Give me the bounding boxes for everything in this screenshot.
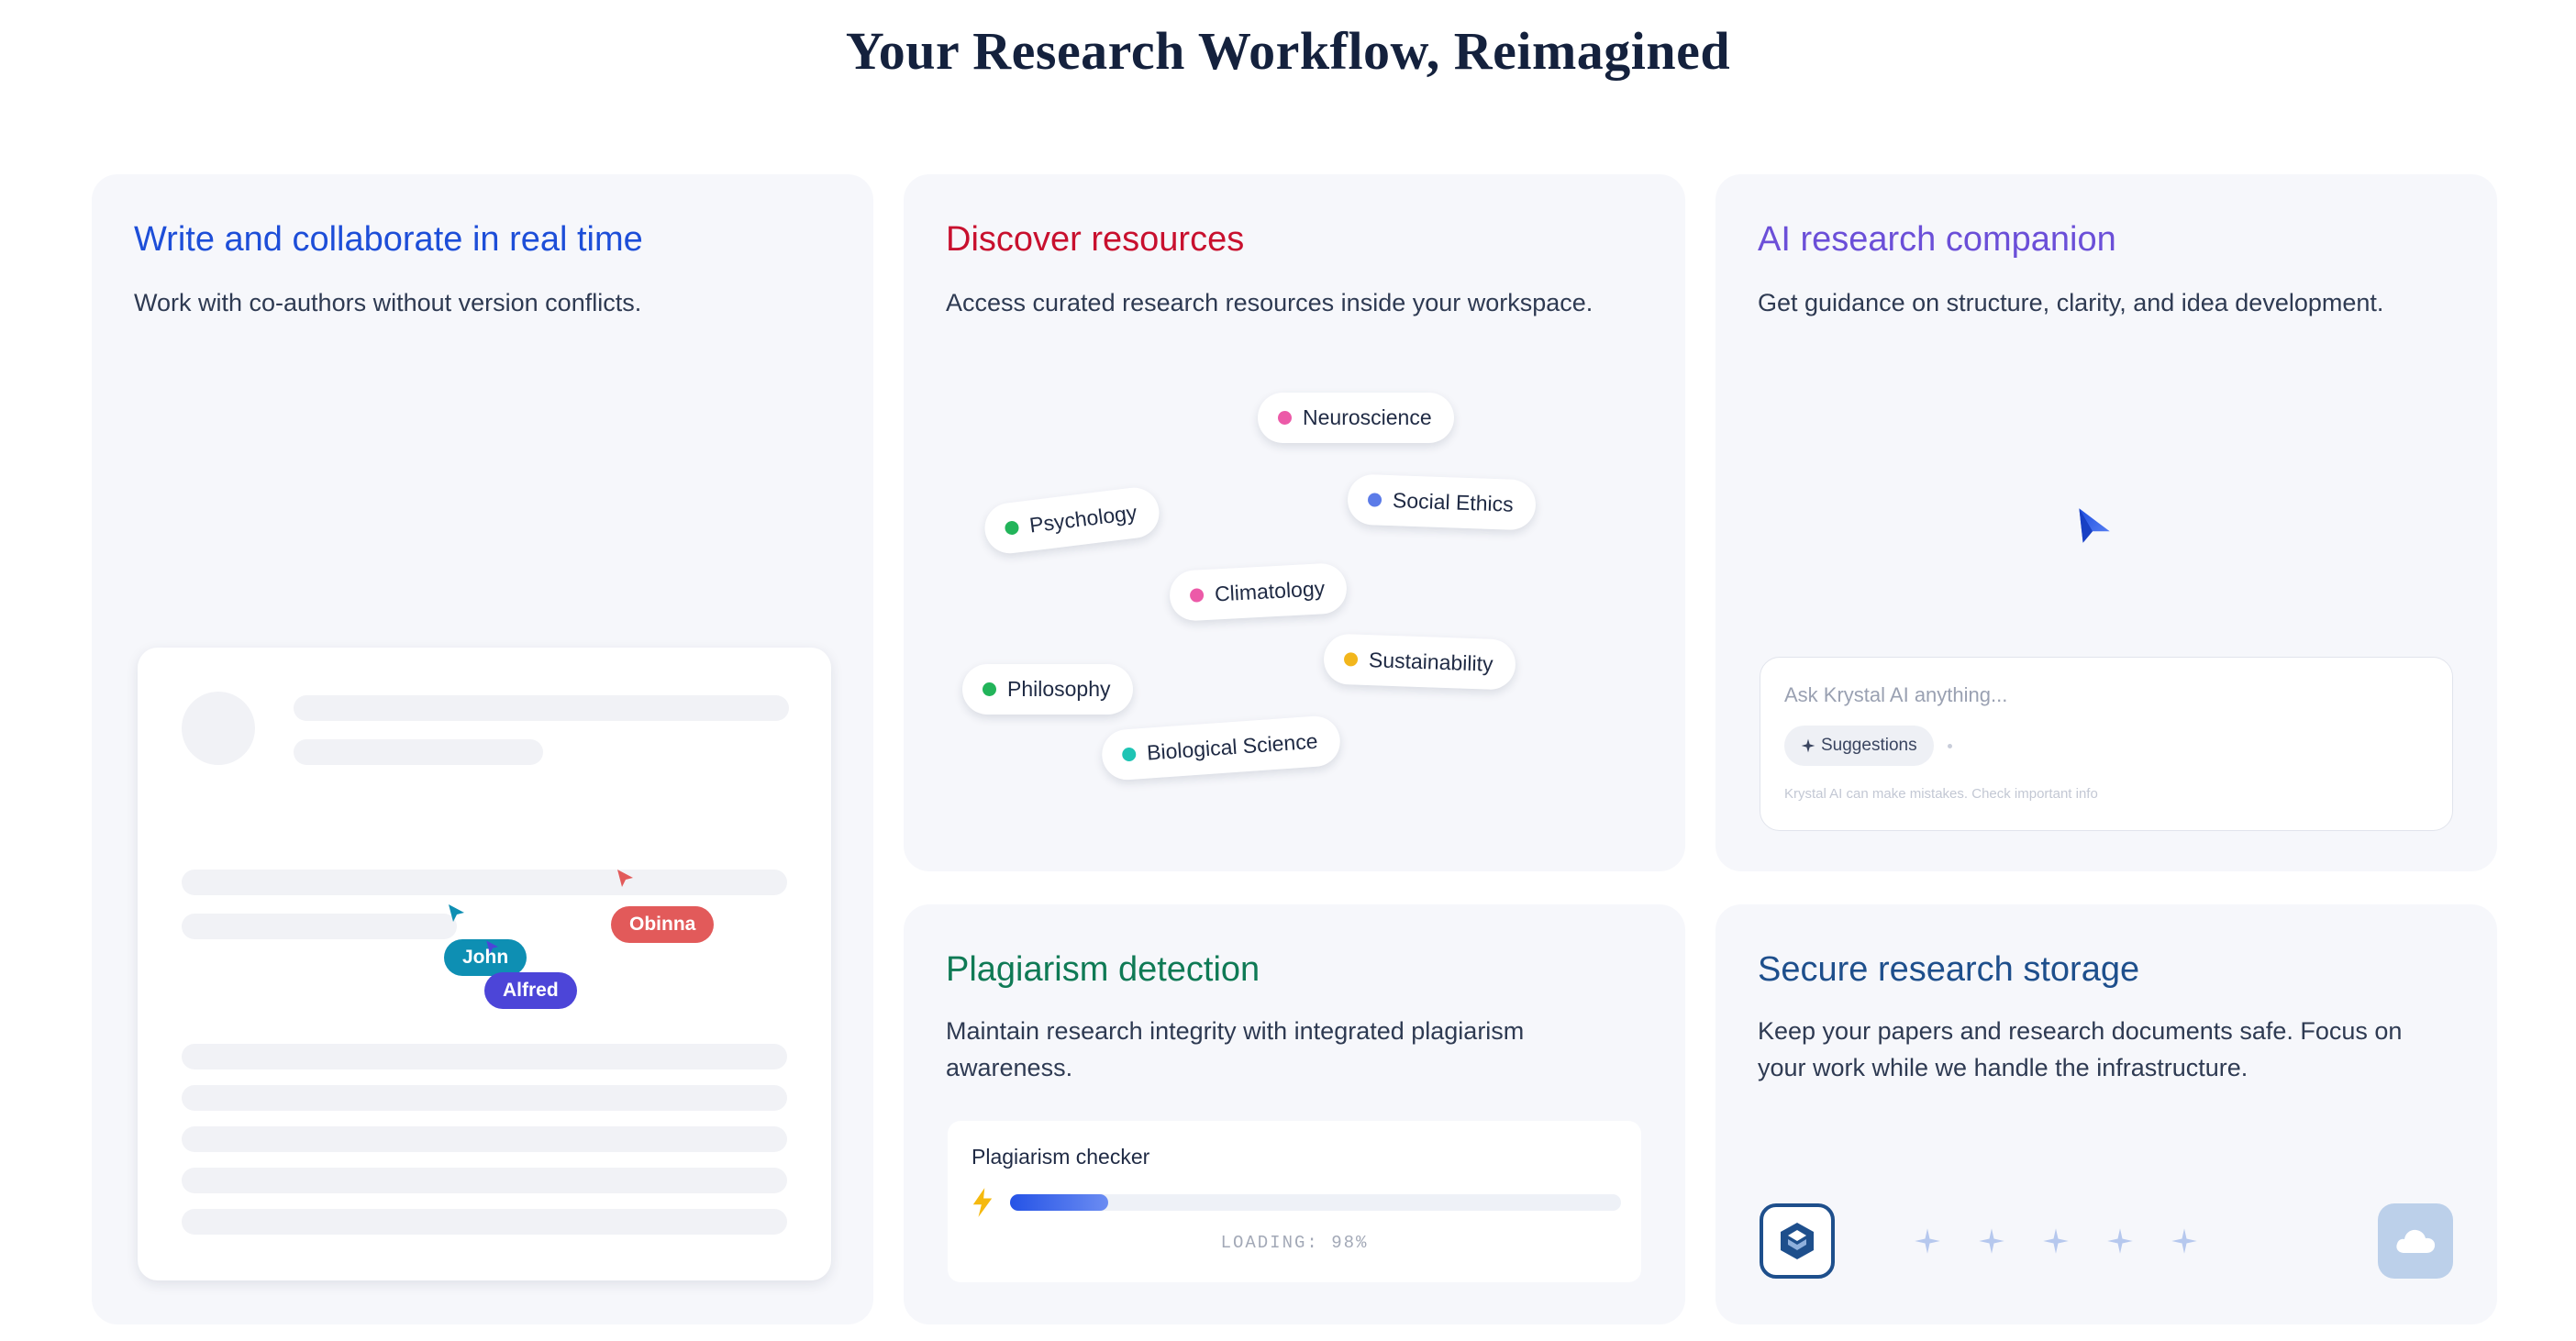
sparkle-icon xyxy=(1915,1228,1940,1254)
card-description: Keep your papers and research documents … xyxy=(1758,1017,2403,1081)
topic-dot xyxy=(1189,588,1205,603)
topic-dot xyxy=(1121,747,1137,762)
topic-label: Biological Science xyxy=(1146,728,1319,765)
app-logo-icon xyxy=(1781,1223,1814,1259)
skeleton-line xyxy=(182,870,787,895)
topic-chip-philosophy[interactable]: Philosophy xyxy=(962,664,1133,715)
progress-bar xyxy=(1010,1194,1621,1211)
document-mockup: Obinna John Alfred xyxy=(138,648,831,1280)
checker-title: Plagiarism checker xyxy=(972,1145,1150,1169)
topic-label: Sustainability xyxy=(1368,648,1493,676)
plagiarism-checker-panel: Plagiarism checker LOADING: 98% xyxy=(948,1121,1641,1282)
feature-card-ai-companion: AI research companion Get guidance on st… xyxy=(1715,174,2497,871)
sparkle-icon xyxy=(1979,1228,2004,1254)
topic-chip-neuroscience[interactable]: Neuroscience xyxy=(1258,393,1454,443)
card-title: Discover resources xyxy=(946,220,1245,259)
feature-card-plagiarism: Plagiarism detection Maintain research i… xyxy=(904,904,1685,1324)
card-description: Access curated research resources inside… xyxy=(946,289,1593,316)
sparkle-icon xyxy=(2043,1228,2069,1254)
skeleton-line xyxy=(294,739,543,765)
skeleton-line xyxy=(182,1126,787,1152)
arrow-cursor-icon xyxy=(617,870,633,887)
feature-card-collaborate: Write and collaborate in real time Work … xyxy=(92,174,873,1324)
card-description: Maintain research integrity with integra… xyxy=(946,1017,1525,1081)
topic-dot xyxy=(1367,493,1382,507)
card-description: Get guidance on structure, clarity, and … xyxy=(1758,289,2384,316)
topic-label: Neuroscience xyxy=(1303,405,1432,429)
topic-chip-sustainability[interactable]: Sustainability xyxy=(1323,633,1516,691)
app-logo-badge xyxy=(1760,1203,1835,1279)
cursor-label-obinna: Obinna xyxy=(611,906,715,943)
skeleton-line xyxy=(182,1209,787,1235)
card-title: Write and collaborate in real time xyxy=(134,220,643,259)
topic-chip-social-ethics[interactable]: Social Ethics xyxy=(1347,473,1537,531)
suggestions-label: Suggestions xyxy=(1821,736,1917,755)
sparkle-icon xyxy=(2171,1228,2197,1254)
topic-dot xyxy=(1004,520,1020,536)
ai-input-placeholder: Ask Krystal AI anything... xyxy=(1784,683,2008,706)
separator-dot xyxy=(1948,744,1952,748)
skeleton-line xyxy=(182,1168,787,1193)
skeleton-avatar xyxy=(182,692,255,765)
card-title: AI research companion xyxy=(1758,220,2116,259)
paper-plane-icon xyxy=(2079,508,2110,543)
cursor-label-alfred: Alfred xyxy=(484,972,577,1009)
topic-label: Philosophy xyxy=(1007,677,1111,701)
progress-bar-fill xyxy=(1010,1194,1108,1211)
skeleton-line xyxy=(294,695,789,721)
topic-chip-climatology[interactable]: Climatology xyxy=(1168,561,1349,623)
ai-disclaimer: Krystal AI can make mistakes. Check impo… xyxy=(1784,786,2098,802)
cloud-icon xyxy=(2396,1229,2436,1253)
feature-card-discover: Discover resources Access curated resear… xyxy=(904,174,1685,871)
sparkle-icon xyxy=(2107,1228,2133,1254)
card-title: Plagiarism detection xyxy=(946,950,1260,989)
page-title: Your Research Workflow, Reimagined xyxy=(845,21,1731,81)
topic-chip-biological-science[interactable]: Biological Science xyxy=(1100,715,1342,781)
skeleton-line xyxy=(182,1044,787,1069)
topic-dot xyxy=(1343,652,1359,667)
card-title: Secure research storage xyxy=(1758,950,2140,989)
topic-label: Climatology xyxy=(1214,576,1326,606)
topic-dot xyxy=(983,682,996,696)
topic-dot xyxy=(1278,411,1292,425)
lightning-icon xyxy=(972,1188,993,1217)
loading-status: LOADING: 98% xyxy=(1220,1233,1369,1253)
arrow-cursor-icon xyxy=(449,904,464,922)
ai-chat-input[interactable]: Ask Krystal AI anything... Suggestions K… xyxy=(1760,657,2453,831)
sparkle-icon xyxy=(1801,738,1815,753)
cloud-badge xyxy=(2378,1203,2453,1279)
topic-label: Social Ethics xyxy=(1392,488,1515,516)
feature-card-storage: Secure research storage Keep your papers… xyxy=(1715,904,2497,1324)
skeleton-line xyxy=(182,1085,787,1111)
topic-chip-psychology[interactable]: Psychology xyxy=(982,484,1162,557)
arrow-cursor-icon xyxy=(486,940,498,954)
skeleton-line xyxy=(182,914,457,939)
suggestions-button[interactable]: Suggestions xyxy=(1784,726,1934,766)
card-description: Work with co-authors without version con… xyxy=(134,289,642,316)
topic-label: Psychology xyxy=(1027,500,1138,538)
